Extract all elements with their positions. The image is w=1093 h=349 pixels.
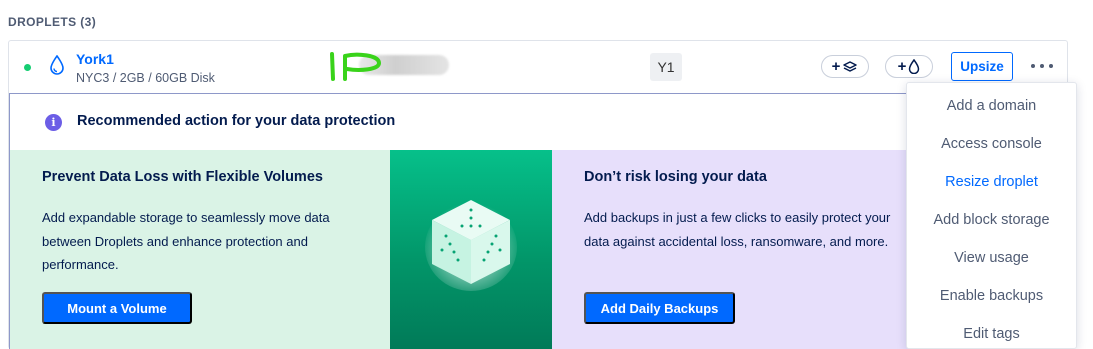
tag-badge[interactable]: Y1 xyxy=(650,53,682,81)
upsize-button[interactable]: Upsize xyxy=(951,52,1013,81)
recommendation-title: Recommended action for your data protect… xyxy=(77,113,396,129)
backups-promo-title: Don’t risk losing your data xyxy=(584,169,767,185)
menu-item-enable-backups[interactable]: Enable backups xyxy=(907,288,1076,304)
status-indicator xyxy=(24,64,31,71)
add-daily-backups-button[interactable]: Add Daily Backups xyxy=(584,292,735,324)
volumes-promo-text: Add expandable storage to seamlessly mov… xyxy=(42,210,330,272)
info-icon: i xyxy=(45,114,62,131)
menu-item-add-block-storage[interactable]: Add block storage xyxy=(907,212,1076,228)
menu-item-access-console[interactable]: Access console xyxy=(907,136,1076,152)
plus-icon: + xyxy=(831,58,841,75)
droplet-icon xyxy=(50,55,64,75)
handwritten-ip-annotation xyxy=(330,52,381,81)
add-backup-button[interactable]: + xyxy=(885,55,933,78)
mount-volume-button[interactable]: Mount a Volume xyxy=(42,292,192,324)
droplet-specs: NYC3 / 2GB / 60GB Disk xyxy=(76,71,215,85)
droplet-name-link[interactable]: York1 xyxy=(76,51,114,67)
more-options-button[interactable] xyxy=(1031,59,1053,73)
droplet-icon xyxy=(909,59,920,74)
volumes-promo-title: Prevent Data Loss with Flexible Volumes xyxy=(42,169,323,185)
droplet-actions-menu: Add a domain Access console Resize dropl… xyxy=(906,82,1077,349)
more-dot xyxy=(1049,64,1053,68)
menu-item-add-domain[interactable]: Add a domain xyxy=(907,98,1076,114)
volume-icon xyxy=(843,60,858,72)
menu-item-edit-tags[interactable]: Edit tags xyxy=(907,326,1076,342)
more-dot xyxy=(1040,64,1044,68)
backups-promo-text: Add backups in just a few clicks to easi… xyxy=(584,210,891,249)
cube-illustration xyxy=(390,150,552,349)
backups-promo: Don’t risk losing your data Add backups … xyxy=(552,150,912,349)
add-volume-button[interactable]: + xyxy=(821,55,869,78)
section-heading: DROPLETS (3) xyxy=(8,15,97,29)
menu-item-view-usage[interactable]: View usage xyxy=(907,250,1076,266)
volumes-promo: Prevent Data Loss with Flexible Volumes … xyxy=(10,150,390,349)
menu-item-resize-droplet[interactable]: Resize droplet xyxy=(907,174,1076,190)
plus-icon: + xyxy=(897,58,907,75)
more-dot xyxy=(1031,64,1035,68)
storage-cube-icon xyxy=(425,200,517,291)
